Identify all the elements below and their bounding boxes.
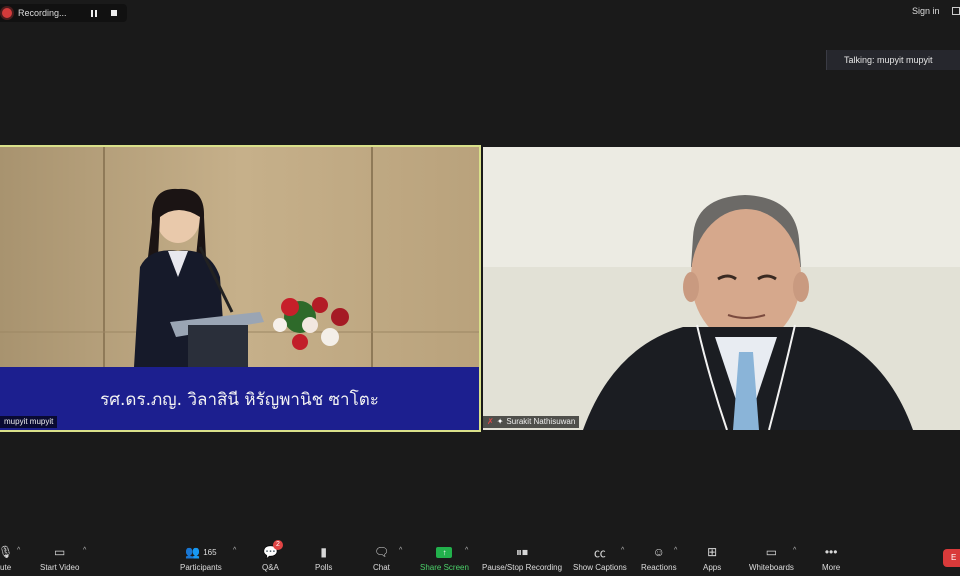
participants-button[interactable]: 👥 165 Participants	[180, 544, 222, 572]
share-screen-arrow-up-icon: ↑	[436, 546, 453, 558]
more-button[interactable]: ••• More	[822, 544, 840, 572]
captions-options-chevron-up-icon[interactable]: ^	[621, 547, 624, 554]
end-meeting-button[interactable]: E	[943, 549, 960, 567]
participants-label: Participants	[180, 563, 222, 572]
whiteboards-options-chevron-up-icon[interactable]: ^	[793, 547, 796, 554]
closed-captions-icon: ㏄	[593, 545, 606, 560]
mute-label: ute	[0, 563, 12, 572]
audio-options-chevron-up-icon[interactable]: ^	[17, 547, 20, 554]
stop-recording-button[interactable]	[107, 6, 121, 20]
recording-label: Recording...	[18, 8, 67, 18]
qa-button[interactable]: 💬 2 Q&A	[262, 540, 283, 572]
pin-icon: ✦	[496, 417, 504, 426]
talking-indicator: Talking: mupyit mupyit	[826, 50, 960, 70]
whiteboards-label: Whiteboards	[749, 563, 794, 572]
pause-stop-recording-button[interactable]: ⏸⏹ Pause/Stop Recording	[482, 544, 563, 573]
pause-icon	[90, 9, 97, 17]
video-tile-participant[interactable]: ✗ ✦ Surakit Nathisuwan	[483, 147, 960, 430]
participant-name: Surakit Nathisuwan	[506, 417, 576, 426]
video-options-chevron-up-icon[interactable]: ^	[83, 547, 86, 554]
recording-indicator: Recording...	[0, 4, 127, 22]
participant-name-tag: mupyit mupyit	[0, 416, 58, 428]
qa-label: Q&A	[262, 563, 279, 572]
view-layout-icon[interactable]	[952, 7, 960, 15]
participants-count: 165	[203, 547, 217, 557]
muted-microphone-icon: ✗	[487, 417, 494, 426]
apps-button[interactable]: ⊞ Apps	[703, 544, 721, 572]
chat-label: Chat	[373, 563, 390, 572]
chat-button[interactable]: 🗨 Chat	[373, 544, 390, 572]
top-bar: Recording... Sign in	[0, 0, 960, 28]
reactions-button[interactable]: ☺ Reactions	[641, 544, 677, 572]
more-label: More	[822, 563, 841, 572]
more-dots-icon: •••	[824, 545, 838, 559]
chat-icon: 🗨	[373, 545, 390, 559]
start-video-button[interactable]: ▭ Start Video	[40, 544, 79, 572]
whiteboard-icon: ▭	[765, 545, 778, 559]
video-camera-off-icon: ▭	[54, 545, 66, 559]
chat-options-chevron-up-icon[interactable]: ^	[399, 547, 402, 554]
show-captions-button[interactable]: ㏄ Show Captions	[573, 544, 627, 573]
apps-label: Apps	[703, 563, 722, 572]
pause-recording-button[interactable]	[87, 6, 101, 20]
stop-icon	[110, 10, 117, 16]
share-screen-label: Share Screen	[420, 563, 469, 572]
polls-button[interactable]: ▮ Polls	[315, 544, 332, 572]
participant-name: mupyit mupyit	[4, 417, 54, 426]
show-captions-label: Show Captions	[573, 563, 627, 572]
apps-icon: ⊞	[707, 545, 718, 559]
start-video-label: Start Video	[40, 563, 80, 572]
reactions-options-chevron-up-icon[interactable]: ^	[674, 547, 677, 554]
microphone-icon: 🎙	[0, 545, 14, 559]
pause-stop-icon: ⏸⏹	[516, 544, 529, 559]
recording-dot-icon	[2, 8, 12, 18]
reactions-smiley-icon: ☺	[652, 545, 665, 559]
participant-name-tag: ✗ ✦ Surakit Nathisuwan	[483, 416, 580, 428]
whiteboards-button[interactable]: ▭ Whiteboards	[749, 544, 794, 572]
reactions-label: Reactions	[641, 563, 677, 572]
participant-video-frame	[483, 147, 960, 430]
share-screen-button[interactable]: ↑ Share Screen	[420, 544, 469, 572]
share-options-chevron-up-icon[interactable]: ^	[465, 547, 468, 554]
polls-bar-chart-icon: ▮	[320, 545, 327, 559]
meeting-toolbar: 🎙 ute ^ ▭ Start Video ^ 👥 165 Participan…	[0, 538, 960, 576]
participants-icon: 👥	[185, 545, 201, 559]
polls-label: Polls	[315, 563, 333, 572]
speaker-name-caption: รศ.ดร.ภญ. วิลาสินี หิรัญพานิช ซาโตะ	[100, 390, 379, 410]
sign-in-link[interactable]: Sign in	[912, 6, 940, 16]
qa-badge: 2	[272, 540, 283, 550]
pause-stop-recording-label: Pause/Stop Recording	[482, 563, 563, 572]
video-tile-active-speaker[interactable]: รศ.ดร.ภญ. วิลาสินี หิรัญพานิช ซาโตะ mupy…	[0, 145, 481, 432]
mute-button[interactable]: 🎙 ute	[0, 544, 13, 572]
participants-options-chevron-up-icon[interactable]: ^	[233, 547, 236, 554]
